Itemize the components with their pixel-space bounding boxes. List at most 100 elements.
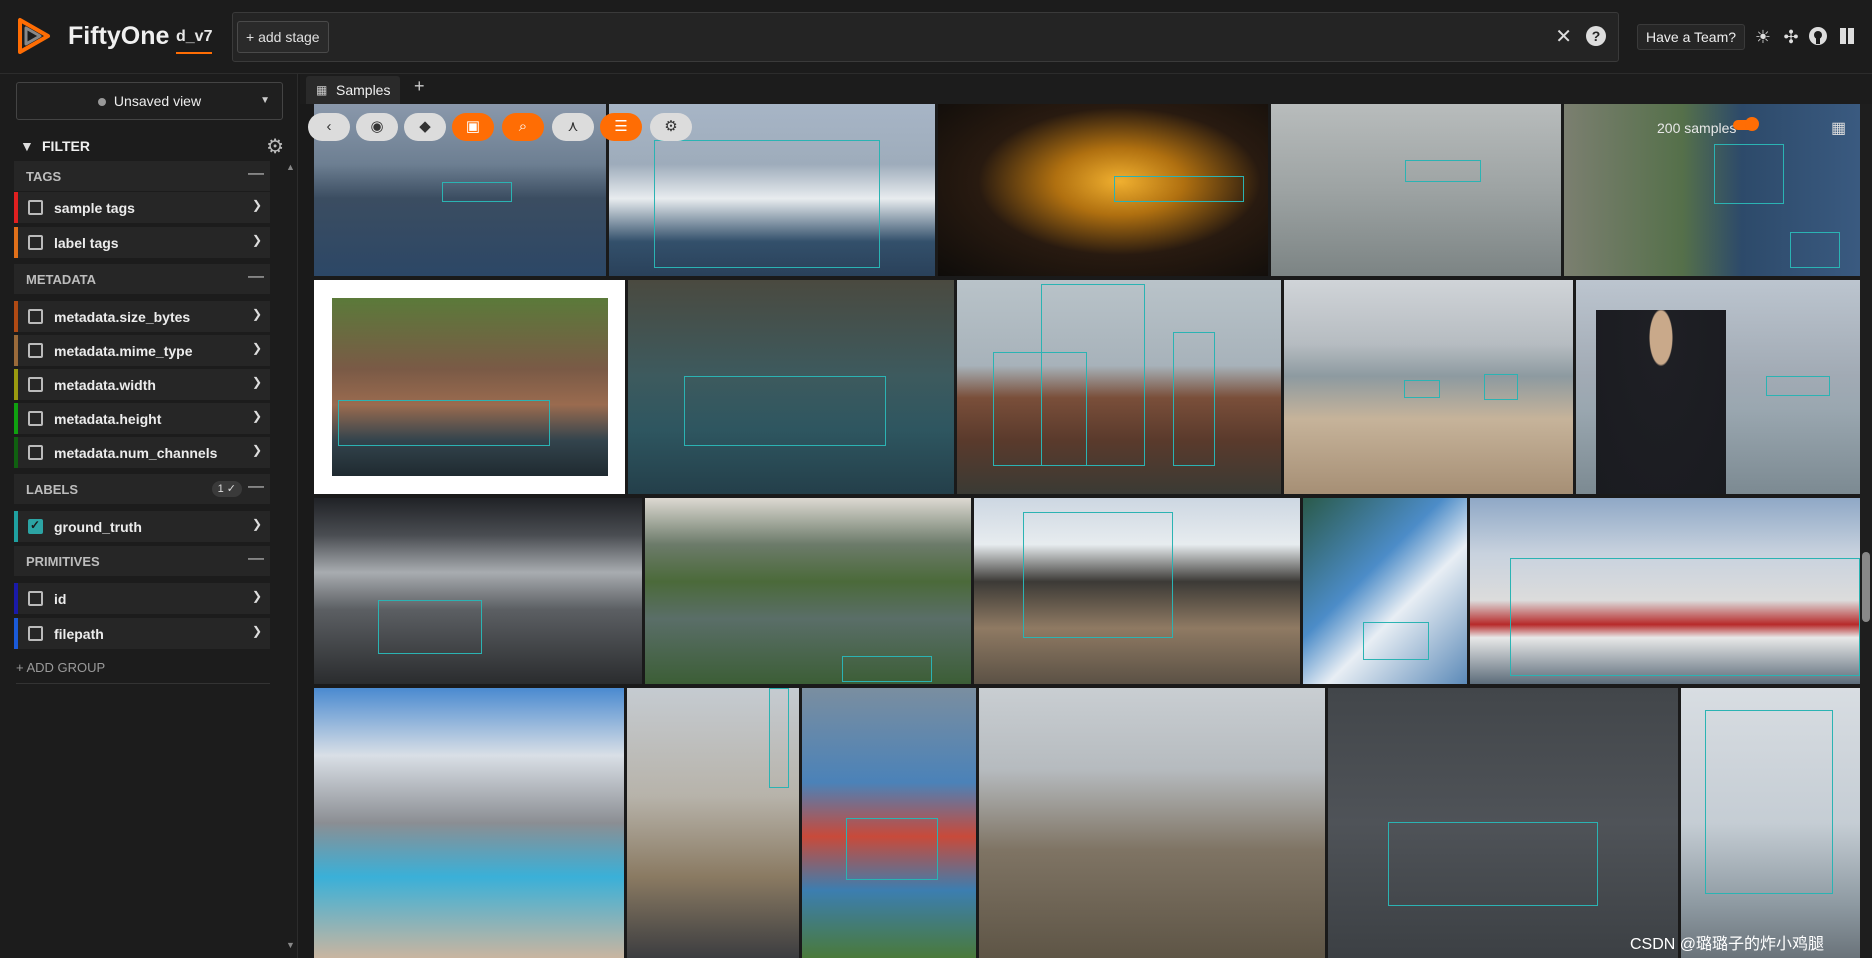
sidebar: Unsaved view ▼ ▼ FILTER ⚙ ▲ ▼ TAGS — sam…	[0, 74, 298, 958]
dataset-selector[interactable]: d_v7	[176, 28, 213, 54]
scroll-down-icon[interactable]: ▼	[286, 940, 295, 950]
chevron-down-icon[interactable]: ❯	[252, 307, 262, 321]
checkbox[interactable]	[28, 591, 43, 606]
clear-view-icon[interactable]: ✕	[1555, 25, 1572, 49]
add-group-button[interactable]: + ADD GROUP	[16, 660, 270, 684]
bounding-box	[654, 140, 880, 268]
field-id[interactable]: id ❯	[14, 583, 270, 614]
bounding-box	[1023, 512, 1173, 638]
view-bar[interactable]: + add stage ✕ ?	[232, 12, 1619, 62]
group-primitives[interactable]: PRIMITIVES —	[14, 546, 270, 576]
slack-icon[interactable]: ✣	[1780, 26, 1802, 48]
scroll-up-icon[interactable]: ▲	[286, 162, 295, 172]
collapse-icon[interactable]: —	[248, 550, 264, 568]
sample-thumbnail[interactable]	[1681, 688, 1860, 958]
chevron-down-icon[interactable]: ❯	[252, 409, 262, 423]
back-icon[interactable]: ‹	[308, 113, 350, 141]
field-metadata-width[interactable]: metadata.width ❯	[14, 369, 270, 400]
checkbox[interactable]	[28, 309, 43, 324]
chevron-down-icon[interactable]: ❯	[252, 589, 262, 603]
checkbox[interactable]	[28, 411, 43, 426]
bounding-box	[1790, 232, 1840, 268]
fiftyone-logo-icon[interactable]	[14, 16, 54, 56]
field-ground-truth[interactable]: ground_truth ❯	[14, 511, 270, 542]
sun-icon[interactable]: ☀	[1752, 26, 1774, 48]
field-sample-tags[interactable]: sample tags ❯	[14, 192, 270, 223]
group-labels[interactable]: LABELS 1 ✓ —	[14, 474, 270, 504]
sample-thumbnail[interactable]	[314, 498, 642, 684]
similarity-icon[interactable]: ⋏	[552, 113, 594, 141]
field-metadata-height[interactable]: metadata.height ❯	[14, 403, 270, 434]
github-icon[interactable]	[1807, 26, 1829, 48]
list-icon[interactable]: ☰	[600, 113, 642, 141]
checkbox[interactable]	[28, 200, 43, 215]
sample-thumbnail[interactable]	[314, 280, 625, 494]
sample-thumbnail[interactable]	[979, 688, 1325, 958]
field-label: filepath	[54, 626, 104, 642]
checkbox[interactable]	[28, 235, 43, 250]
checkbox[interactable]	[28, 377, 43, 392]
sample-grid	[312, 104, 1860, 958]
sample-thumbnail[interactable]	[802, 688, 976, 958]
group-metadata[interactable]: METADATA —	[14, 264, 270, 294]
sample-thumbnail[interactable]	[1271, 104, 1561, 276]
sample-thumbnail[interactable]	[314, 688, 624, 958]
have-a-team-button[interactable]: Have a Team?	[1637, 24, 1746, 50]
bounding-box	[769, 688, 789, 788]
sample-thumbnail[interactable]	[957, 280, 1281, 494]
field-metadata-size-bytes[interactable]: metadata.size_bytes ❯	[14, 301, 270, 332]
chevron-down-icon[interactable]: ❯	[252, 341, 262, 355]
chevron-down-icon[interactable]: ❯	[252, 198, 262, 212]
grid-layout-icon[interactable]: ▦	[1831, 118, 1846, 138]
add-stage-button[interactable]: + add stage	[237, 21, 329, 53]
bounding-box	[1173, 332, 1215, 466]
sample-thumbnail[interactable]	[1328, 688, 1678, 958]
sample-thumbnail[interactable]	[645, 498, 971, 684]
sample-thumbnail[interactable]	[1576, 280, 1860, 494]
checkbox[interactable]	[28, 626, 43, 641]
checkbox[interactable]	[28, 445, 43, 460]
search-icon[interactable]: ⌕	[502, 113, 544, 141]
gear-icon[interactable]: ⚙	[266, 134, 284, 159]
field-filepath[interactable]: filepath ❯	[14, 618, 270, 649]
chevron-down-icon[interactable]: ❯	[252, 443, 262, 457]
chevron-down-icon[interactable]: ❯	[252, 624, 262, 638]
chevron-down-icon[interactable]: ❯	[252, 375, 262, 389]
settings-icon[interactable]: ⚙	[650, 113, 692, 141]
sample-thumbnail[interactable]	[974, 498, 1300, 684]
field-metadata-mime-type[interactable]: metadata.mime_type ❯	[14, 335, 270, 366]
sample-thumbnail[interactable]	[628, 280, 954, 494]
group-tags[interactable]: TAGS —	[14, 161, 270, 191]
bounding-box	[338, 400, 550, 446]
help-icon[interactable]: ?	[1586, 26, 1606, 46]
sample-thumbnail[interactable]	[938, 104, 1268, 276]
palette-icon[interactable]: ◉	[356, 113, 398, 141]
collapse-icon[interactable]: —	[248, 268, 264, 286]
sample-thumbnail[interactable]	[627, 688, 799, 958]
field-label: sample tags	[54, 200, 135, 216]
book-icon[interactable]	[1836, 26, 1858, 48]
tab-samples[interactable]: ▦ Samples	[306, 76, 400, 104]
view-selector[interactable]: Unsaved view ▼	[16, 82, 283, 120]
sample-thumbnail[interactable]	[1470, 498, 1860, 684]
checkbox-checked[interactable]	[28, 518, 43, 534]
photo-content	[332, 298, 608, 476]
bounding-box	[684, 376, 886, 446]
add-panel-icon[interactable]: +	[414, 76, 425, 97]
field-label: id	[54, 591, 67, 607]
scrollbar-thumb[interactable]	[1862, 552, 1870, 622]
checkbox[interactable]	[28, 343, 43, 358]
grid-scrollbar[interactable]	[1860, 104, 1872, 958]
collapse-icon[interactable]: —	[248, 478, 264, 496]
tag-icon[interactable]: ◆	[404, 113, 446, 141]
field-label-tags[interactable]: label tags ❯	[14, 227, 270, 258]
bounding-box	[1363, 622, 1429, 660]
collapse-icon[interactable]: —	[248, 165, 264, 183]
patches-icon[interactable]: ▣	[452, 113, 494, 141]
zoom-slider[interactable]	[1733, 117, 1759, 131]
field-metadata-num-channels[interactable]: metadata.num_channels ❯	[14, 437, 270, 468]
chevron-down-icon[interactable]: ❯	[252, 233, 262, 247]
sample-thumbnail[interactable]	[1284, 280, 1573, 494]
chevron-down-icon[interactable]: ❯	[252, 517, 262, 531]
sample-thumbnail[interactable]	[1303, 498, 1467, 684]
